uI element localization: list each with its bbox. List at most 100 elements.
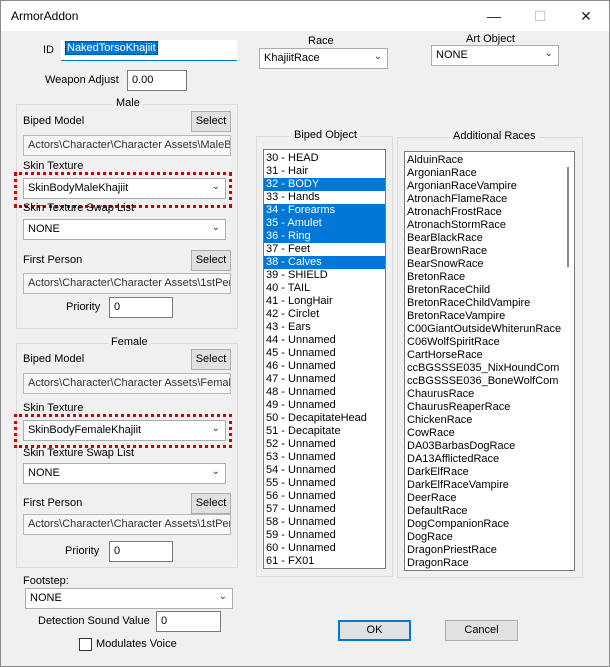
biped-object-item[interactable]: 39 - SHIELD	[264, 269, 385, 282]
biped-object-item[interactable]: 58 - Unnamed	[264, 516, 385, 529]
biped-object-item[interactable]: 48 - Unnamed	[264, 386, 385, 399]
footstep-dropdown[interactable]: NONE ⌄	[25, 588, 233, 609]
biped-object-item[interactable]: 49 - Unnamed	[264, 399, 385, 412]
male-skin-texture-value: SkinBodyMaleKhajiit	[28, 182, 129, 194]
biped-object-item[interactable]: 33 - Hands	[264, 191, 385, 204]
race-item[interactable]: DA03BarbasDogRace	[405, 440, 563, 453]
race-item[interactable]: ChaurusRace	[405, 388, 563, 401]
biped-object-item[interactable]: 32 - BODY	[264, 178, 385, 191]
male-first-person-path[interactable]: Actors\Character\Character Assets\1stPer…	[23, 273, 231, 294]
biped-object-item[interactable]: 54 - Unnamed	[264, 464, 385, 477]
additional-races-title: Additional Races	[450, 130, 539, 142]
biped-object-item[interactable]: 38 - Calves	[264, 256, 385, 269]
biped-object-item[interactable]: 46 - Unnamed	[264, 360, 385, 373]
biped-object-item[interactable]: 55 - Unnamed	[264, 477, 385, 490]
race-item[interactable]: ArgonianRaceVampire	[405, 180, 563, 193]
race-item[interactable]: DarkElfRaceVampire	[405, 479, 563, 492]
race-item[interactable]: ChaurusReaperRace	[405, 401, 563, 414]
female-swap-list-dropdown[interactable]: NONE ⌄	[23, 463, 226, 484]
biped-object-item[interactable]: 45 - Unnamed	[264, 347, 385, 360]
race-item[interactable]: DragonPriestRace	[405, 544, 563, 557]
footstep-value: NONE	[30, 592, 62, 604]
race-item[interactable]: C06WolfSpiritRace	[405, 336, 563, 349]
weapon-adjust-input[interactable]: 0.00	[127, 70, 187, 91]
male-biped-model-label: Biped Model	[23, 115, 85, 127]
female-skin-texture-dropdown[interactable]: SkinBodyFemaleKhajiit ⌄	[23, 420, 226, 441]
biped-object-item[interactable]: 36 - Ring	[264, 230, 385, 243]
race-item[interactable]: DogCompanionRace	[405, 518, 563, 531]
race-item[interactable]: CowRace	[405, 427, 563, 440]
race-item[interactable]: ccBGSSSE035_NixHoundCom	[405, 362, 563, 375]
close-icon[interactable]: ✕	[563, 1, 609, 31]
biped-object-item[interactable]: 52 - Unnamed	[264, 438, 385, 451]
male-biped-model-select-button[interactable]: Select	[191, 111, 231, 132]
female-priority-input[interactable]: 0	[109, 541, 173, 562]
detection-sound-input[interactable]: 0	[156, 611, 221, 632]
biped-object-item[interactable]: 34 - Forearms	[264, 204, 385, 217]
race-dropdown[interactable]: KhajiitRace ⌄	[259, 48, 388, 69]
race-item[interactable]: AtronachStormRace	[405, 219, 563, 232]
male-biped-model-path[interactable]: Actors\Character\Character Assets\MaleBo…	[23, 135, 231, 156]
race-item[interactable]: ccBGSSSE036_BoneWolfCom	[405, 375, 563, 388]
biped-object-item[interactable]: 35 - Amulet	[264, 217, 385, 230]
race-item[interactable]: DarkElfRace	[405, 466, 563, 479]
race-item[interactable]: C00GiantOutsideWhiterunRace	[405, 323, 563, 336]
race-item[interactable]: DA13AfflictedRace	[405, 453, 563, 466]
female-swap-list-label: Skin Texture Swap List	[23, 447, 135, 459]
weapon-adjust-label: Weapon Adjust	[45, 74, 119, 86]
cancel-button[interactable]: Cancel	[445, 620, 518, 641]
race-item[interactable]: BearBlackRace	[405, 232, 563, 245]
male-first-person-select-button[interactable]: Select	[191, 250, 231, 271]
races-scrollbar-thumb[interactable]	[567, 167, 569, 267]
race-item[interactable]: AtronachFrostRace	[405, 206, 563, 219]
biped-object-item[interactable]: 37 - Feet	[264, 243, 385, 256]
biped-object-item[interactable]: 57 - Unnamed	[264, 503, 385, 516]
male-skin-texture-dropdown[interactable]: SkinBodyMaleKhajiit ⌄	[23, 178, 226, 199]
race-item[interactable]: BretonRaceChild	[405, 284, 563, 297]
biped-object-item[interactable]: 50 - DecapitateHead	[264, 412, 385, 425]
race-item[interactable]: ChickenRace	[405, 414, 563, 427]
race-item[interactable]: AlduinRace	[405, 154, 563, 167]
biped-object-item[interactable]: 31 - Hair	[264, 165, 385, 178]
race-item[interactable]: DogRace	[405, 531, 563, 544]
biped-object-item[interactable]: 53 - Unnamed	[264, 451, 385, 464]
modulates-voice-checkbox[interactable]	[79, 638, 92, 651]
id-field[interactable]: NakedTorsoKhajiit	[61, 40, 237, 61]
biped-object-item[interactable]: 59 - Unnamed	[264, 529, 385, 542]
race-item[interactable]: BearSnowRace	[405, 258, 563, 271]
race-item[interactable]: BearBrownRace	[405, 245, 563, 258]
biped-object-item[interactable]: 43 - Ears	[264, 321, 385, 334]
female-biped-model-path[interactable]: Actors\Character\Character Assets\Female…	[23, 373, 231, 394]
biped-object-item[interactable]: 61 - FX01	[264, 555, 385, 568]
female-first-person-path[interactable]: Actors\Character\Character Assets\1stPer…	[23, 514, 231, 535]
race-item[interactable]: BretonRaceVampire	[405, 310, 563, 323]
biped-object-item[interactable]: 44 - Unnamed	[264, 334, 385, 347]
maximize-icon[interactable]: ☐	[517, 1, 563, 31]
race-item[interactable]: BretonRace	[405, 271, 563, 284]
biped-object-item[interactable]: 60 - Unnamed	[264, 542, 385, 555]
races-scrollbar[interactable]	[563, 153, 573, 569]
race-item[interactable]: AtronachFlameRace	[405, 193, 563, 206]
male-swap-list-dropdown[interactable]: NONE ⌄	[23, 219, 226, 240]
female-biped-model-select-button[interactable]: Select	[191, 349, 231, 370]
minimize-icon[interactable]: —	[471, 1, 517, 31]
race-item[interactable]: CartHorseRace	[405, 349, 563, 362]
race-item[interactable]: DeerRace	[405, 492, 563, 505]
biped-object-item[interactable]: 30 - HEAD	[264, 152, 385, 165]
male-priority-input[interactable]: 0	[109, 297, 173, 318]
additional-races-list[interactable]: AlduinRace ArgonianRace ArgonianRaceVampir…	[404, 151, 575, 571]
biped-object-item[interactable]: 41 - LongHair	[264, 295, 385, 308]
biped-object-item[interactable]: 40 - TAIL	[264, 282, 385, 295]
female-first-person-select-button[interactable]: Select	[191, 493, 231, 514]
biped-object-list[interactable]: 30 - HEAD 31 - Hair 32 - BODY 33 - Hands 34 …	[263, 149, 386, 569]
biped-object-item[interactable]: 51 - Decapitate	[264, 425, 385, 438]
race-item[interactable]: DefaultRace	[405, 505, 563, 518]
race-item[interactable]: DragonRace	[405, 557, 563, 570]
ok-button[interactable]: OK	[338, 620, 411, 641]
art-object-dropdown[interactable]: NONE ⌄	[431, 45, 559, 66]
race-item[interactable]: ArgonianRace	[405, 167, 563, 180]
biped-object-item[interactable]: 47 - Unnamed	[264, 373, 385, 386]
race-item[interactable]: BretonRaceChildVampire	[405, 297, 563, 310]
biped-object-item[interactable]: 56 - Unnamed	[264, 490, 385, 503]
biped-object-item[interactable]: 42 - Circlet	[264, 308, 385, 321]
